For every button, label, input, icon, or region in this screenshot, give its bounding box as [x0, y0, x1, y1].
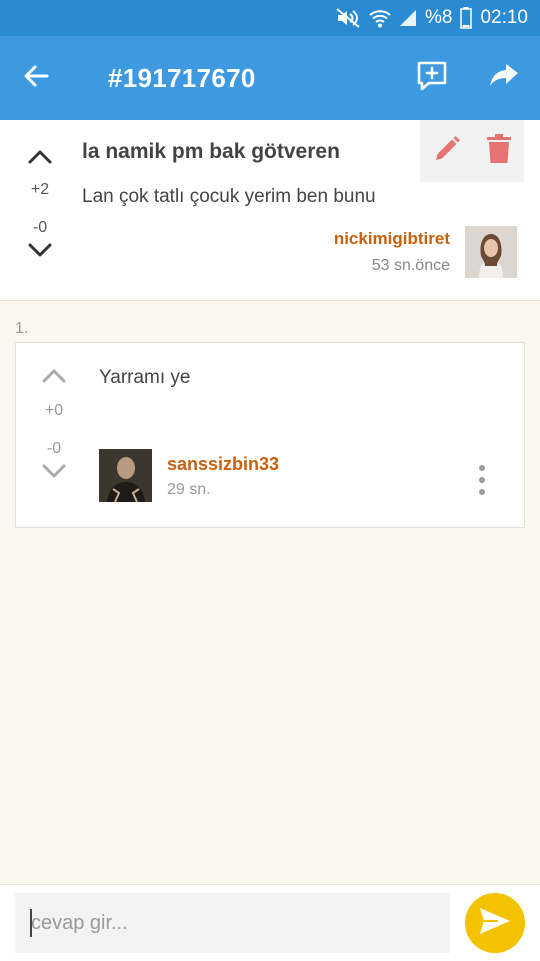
status-bar: %8 02:10: [0, 0, 540, 36]
post-author-avatar[interactable]: [465, 226, 517, 278]
downvote-count: -0: [46, 440, 62, 457]
battery-percent: %8: [424, 7, 453, 28]
downvote-count: -0: [32, 219, 48, 236]
comment-card: +0 -0 Yarramı ye sanssizbin33 29 sn.: [15, 342, 525, 528]
back-button[interactable]: [16, 58, 56, 98]
edit-icon[interactable]: [432, 134, 462, 169]
mute-icon: [335, 7, 361, 29]
add-comment-icon: [415, 59, 449, 98]
upvote-icon[interactable]: [27, 146, 53, 171]
page-title: #191717670: [108, 63, 256, 93]
post-title: la namik pm bak götveren: [82, 140, 340, 163]
post-actions: [420, 120, 524, 182]
back-arrow-icon: [22, 62, 50, 95]
upvote-count: +2: [30, 181, 50, 198]
delete-icon[interactable]: [486, 133, 512, 169]
send-button[interactable]: [465, 893, 525, 953]
app-bar: #191717670: [0, 36, 540, 120]
dot: [479, 465, 485, 471]
post-body: Lan çok tatlı çocuk yerim ben bunu: [82, 186, 376, 207]
more-vert-icon[interactable]: [472, 465, 492, 495]
post-author[interactable]: nickimigibtiret: [334, 229, 450, 249]
dot: [479, 477, 485, 483]
downvote-icon[interactable]: [27, 241, 53, 266]
comment-text: Yarramı ye: [99, 367, 191, 388]
downvote-icon[interactable]: [41, 462, 67, 487]
battery-icon: [460, 7, 473, 29]
reply-bar: [0, 884, 540, 961]
signal-icon: [399, 9, 417, 27]
wifi-icon: [369, 8, 391, 28]
comment-timestamp: 29 sn.: [167, 481, 211, 498]
comment-index: 1.: [15, 320, 29, 337]
add-comment-button[interactable]: [412, 58, 452, 98]
dot: [479, 489, 485, 495]
clock: 02:10: [480, 7, 528, 28]
share-button[interactable]: [484, 58, 524, 98]
post-card: +2 -0 la namik pm bak götveren Lan çok t…: [0, 120, 540, 301]
reply-input[interactable]: [15, 893, 450, 953]
comment-author[interactable]: sanssizbin33: [167, 454, 279, 475]
post-vote-column: +2 -0: [20, 146, 60, 266]
upvote-icon[interactable]: [41, 365, 67, 390]
send-icon: [478, 906, 512, 941]
text-cursor: [30, 909, 32, 937]
upvote-count: +0: [44, 402, 64, 419]
share-icon: [489, 63, 519, 94]
comment-vote-column: +0 -0: [38, 365, 70, 487]
post-timestamp: 53 sn.önce: [371, 257, 450, 274]
comment-author-avatar[interactable]: [99, 449, 152, 502]
